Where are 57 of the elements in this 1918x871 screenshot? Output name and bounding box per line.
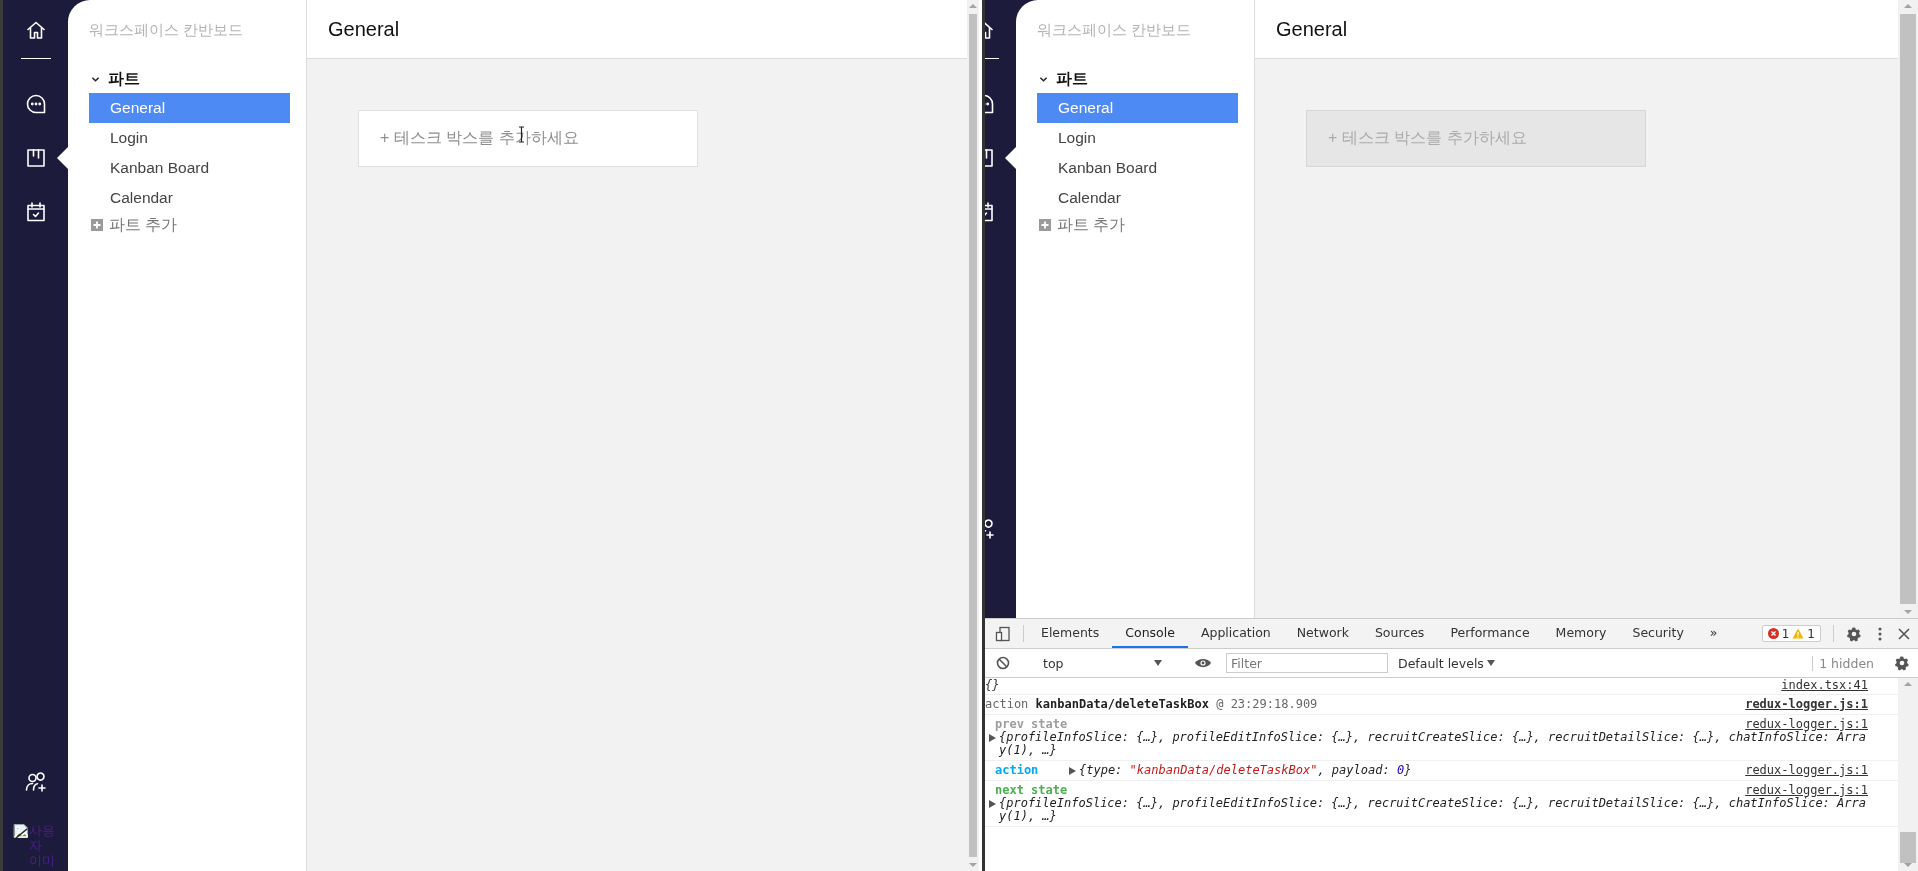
error-icon: [1767, 628, 1779, 639]
source-link[interactable]: redux-logger.js:1: [1745, 698, 1868, 711]
log-label: prev state: [995, 717, 1068, 731]
context-select[interactable]: top: [1039, 655, 1165, 671]
device-toolbar-icon[interactable]: [995, 625, 1011, 642]
part-item[interactable]: Login: [89, 123, 290, 153]
avatar-alt-text: 사용자 이미: [28, 823, 56, 870]
part-item[interactable]: Login: [1037, 123, 1238, 153]
settings-icon[interactable]: [1894, 655, 1910, 671]
add-part-button[interactable]: 파트 추가: [1039, 213, 1238, 237]
devtools-tab[interactable]: Elements: [1028, 619, 1113, 648]
part-item[interactable]: Kanban Board: [1037, 153, 1238, 183]
source-link[interactable]: redux-logger.js:1: [1745, 764, 1868, 777]
source-link[interactable]: redux-logger.js:1: [1745, 784, 1868, 797]
clear-console-icon[interactable]: [996, 656, 1010, 670]
expand-triangle-icon[interactable]: [989, 734, 996, 742]
expand-triangle-icon[interactable]: [989, 800, 996, 808]
close-icon[interactable]: [1898, 627, 1910, 640]
more-tabs-button[interactable]: »: [1696, 619, 1731, 648]
state-object: {profileInfoSlice: {…}, profileEditInfoSlice: {…}, recruitCreateSlice: {…}, recruitDetailSlice: {…}, chatInfoSlice: Array(1), …}: [999, 731, 1866, 757]
add-part-button[interactable]: 파트 추가: [91, 213, 290, 237]
settings-icon[interactable]: [1846, 625, 1862, 642]
source-link[interactable]: redux-logger.js:1: [1745, 718, 1868, 731]
log-label: next state: [995, 783, 1068, 797]
expand-triangle-icon[interactable]: [1069, 767, 1076, 775]
devtools-tab[interactable]: Memory: [1542, 619, 1620, 648]
page-title: General: [307, 0, 967, 59]
console-output: {}: [985, 679, 1000, 692]
devtools-tab[interactable]: Network: [1283, 619, 1362, 648]
part-group-header[interactable]: 파트: [91, 67, 290, 91]
part-item[interactable]: Calendar: [1037, 183, 1238, 213]
broken-image-icon: [12, 823, 29, 839]
warning-icon: [1792, 628, 1805, 639]
log-label: action: [995, 764, 1040, 777]
state-object: {profileInfoSlice: {…}, profileEditInfoSlice: {…}, recruitCreateSlice: {…}, recruitDetailSlice: {…}, chatInfoSlice: Array(1), …}: [999, 797, 1866, 823]
devtools-tab[interactable]: Sources: [1361, 619, 1438, 648]
issues-counter[interactable]: 1 1: [1761, 625, 1821, 642]
devtools-tab[interactable]: Performance: [1437, 619, 1543, 648]
devtools-tab[interactable]: Application: [1187, 619, 1284, 648]
console-group-title: action kanbanData/deleteTaskBox @ 23:29:18.909: [985, 698, 1318, 711]
part-item[interactable]: Kanban Board: [89, 153, 290, 183]
plus-square-icon: [91, 219, 103, 231]
plus-square-icon: [1039, 219, 1051, 231]
action-object: {type: "kanbanData/deleteTaskBox", payload: 0}: [1079, 764, 1412, 777]
log-levels-dropdown[interactable]: Default levels: [1398, 655, 1494, 671]
devtools-tab[interactable]: Security: [1619, 619, 1697, 648]
workspace-title: 워크스페이스 칸반보드: [89, 21, 245, 40]
hidden-count: 1 hidden: [1812, 655, 1880, 671]
part-item[interactable]: Calendar: [89, 183, 290, 213]
page-title: General: [1255, 0, 1898, 59]
more-options-icon[interactable]: [1878, 626, 1882, 641]
devtools-tab[interactable]: Console: [1112, 619, 1188, 648]
workspace-title: 워크스페이스 칸반보드: [1037, 21, 1193, 40]
source-link[interactable]: index.tsx:41: [1781, 679, 1868, 692]
part-group-header[interactable]: 파트: [1039, 67, 1238, 91]
filter-field[interactable]: Filter: [1226, 653, 1388, 673]
eye-icon[interactable]: [1194, 657, 1212, 669]
